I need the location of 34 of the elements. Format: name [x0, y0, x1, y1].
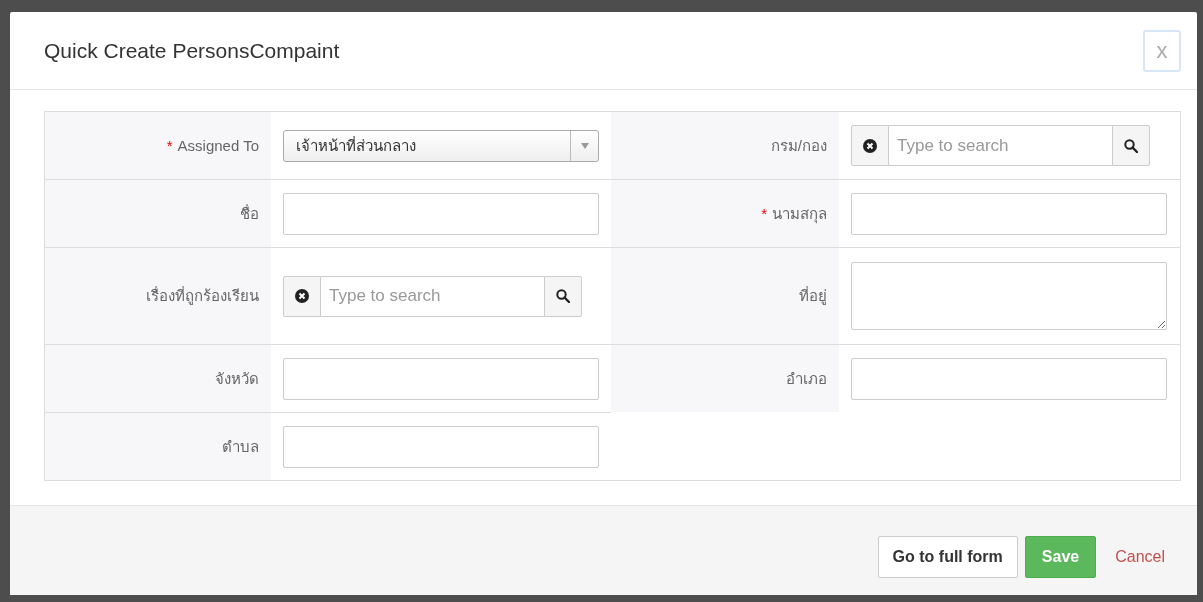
clear-button[interactable] [851, 125, 889, 166]
full-form-button[interactable]: Go to full form [877, 535, 1018, 578]
field-label: ชื่อ [240, 203, 259, 224]
clear-icon [295, 289, 309, 303]
close-button[interactable]: x [1143, 29, 1181, 72]
cancel-link[interactable]: Cancel [1115, 547, 1165, 566]
input-field[interactable] [283, 192, 599, 235]
input-field[interactable] [851, 192, 1167, 235]
address-field[interactable] [851, 262, 1167, 330]
field-label: นามสกุล [772, 203, 827, 226]
assigned-select[interactable]: เจ้าหน้าที่ส่วนกลาง [283, 129, 599, 162]
required-mark: * [761, 205, 767, 222]
search-button[interactable] [544, 275, 582, 317]
search-field[interactable]: Type to search [889, 125, 1112, 166]
field-label: Assigned To [177, 137, 259, 154]
dialog-title: Quick Create PersonsCompaint [44, 38, 340, 63]
search-button[interactable] [1112, 125, 1150, 166]
field-label: จังหวัด [215, 368, 259, 389]
save-button[interactable]: Save [1024, 535, 1097, 578]
field-label: เรื่องที่ถูกร้องเรียน [146, 285, 259, 307]
field-label: ที่อยู่ [799, 285, 827, 307]
search-icon [1124, 138, 1138, 153]
caret-icon [580, 142, 589, 149]
field-label: กรม/กอง [770, 135, 827, 156]
search-field[interactable]: Type to search [321, 275, 544, 317]
field-label: ตำบล [222, 436, 259, 457]
input-field[interactable] [283, 425, 599, 468]
search-icon [556, 289, 570, 303]
field-label: อำเภอ [786, 368, 827, 389]
clear-button[interactable] [283, 275, 321, 317]
input-field[interactable] [283, 357, 599, 400]
required-mark: * [166, 137, 173, 154]
clear-icon [863, 138, 877, 153]
input-field[interactable] [851, 357, 1167, 400]
